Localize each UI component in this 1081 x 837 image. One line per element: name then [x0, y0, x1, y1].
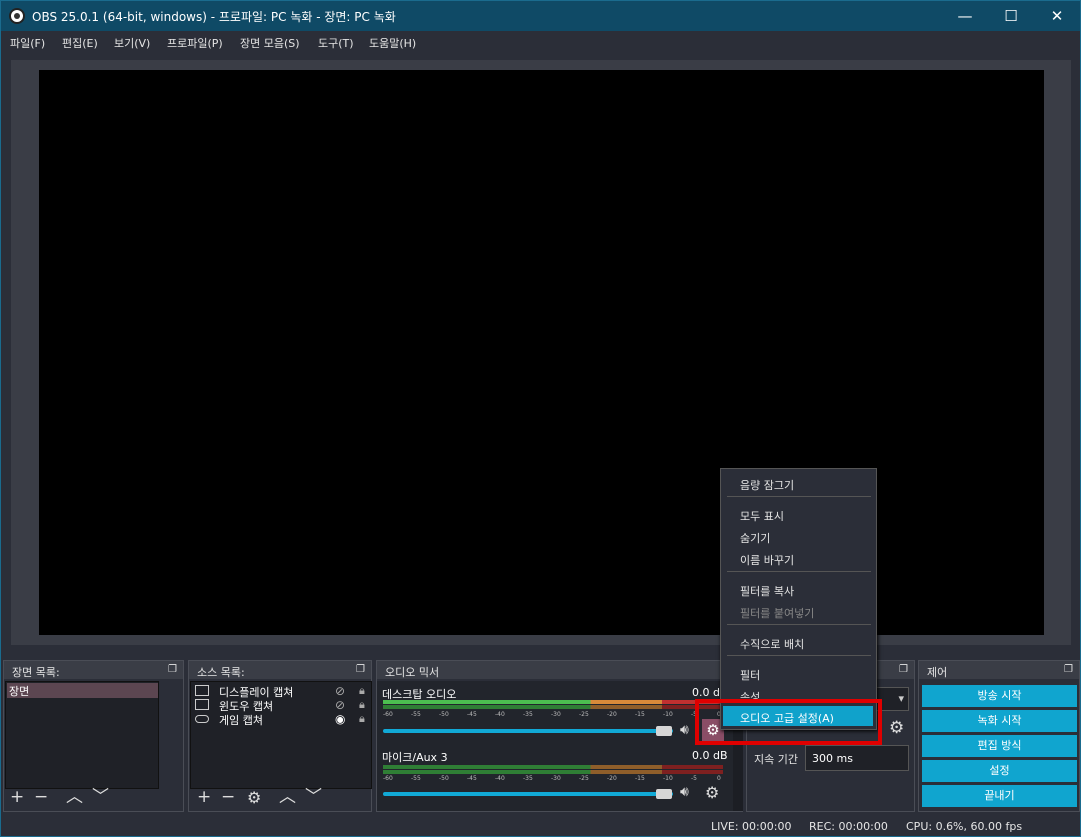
transition-settings-gear-icon[interactable]: ⚙ — [889, 718, 904, 738]
volume-slider-handle[interactable] — [656, 726, 672, 736]
lock-icon[interactable]: 🔒︎ — [359, 684, 365, 698]
source-item[interactable]: 윈도우 캡쳐 ⊘ 🔒︎ — [193, 698, 373, 713]
channel-settings-gear-icon[interactable]: ⚙ — [705, 783, 719, 802]
obs-window: OBS 25.0.1 (64-bit, windows) - 프로파일: PC … — [0, 0, 1081, 837]
menu-separator — [727, 496, 871, 497]
move-up-icon[interactable]: ︿ — [279, 782, 296, 807]
scenes-dock: 장면 목록: ❐ 장면 + − ︿ ﹀ — [3, 660, 184, 812]
meter-scale: -60 -55 -50 -45 -40 -35 -30 -25 -20 -15 -10 -5 0 — [383, 775, 721, 782]
speaker-icon[interactable]: 🔊︎ — [680, 722, 689, 738]
status-cpu: CPU: 0.6%, 60.00 fps — [906, 820, 1023, 833]
minimize-button[interactable]: — — [942, 1, 988, 31]
duration-label: 지속 기간 — [754, 753, 798, 766]
volume-slider[interactable] — [383, 729, 673, 733]
menu-separator — [727, 655, 871, 656]
level-meter — [383, 705, 723, 709]
menu-item-unhide-all[interactable]: 모두 표시 — [740, 508, 784, 524]
source-item[interactable]: 디스플레이 캡쳐 ⊘ 🔒︎ — [193, 684, 373, 699]
menu-bar: 파일(F) 편집(E) 보기(V) 프로파일(P) 장면 모음(S) 도구(T)… — [1, 31, 1080, 53]
float-icon[interactable]: ❐ — [168, 664, 177, 675]
source-label: 게임 캡쳐 — [219, 714, 263, 727]
status-live: LIVE: 00:00:00 — [711, 820, 792, 833]
mixer-context-menu: 음량 잠그기 모두 표시 숨기기 이름 바꾸기 필터를 복사 필터를 붙여넣기 … — [720, 468, 877, 730]
move-up-icon[interactable]: ︿ — [66, 782, 83, 807]
maximize-button[interactable]: ☐ — [988, 1, 1034, 31]
scene-item[interactable]: 장면 — [7, 683, 158, 698]
float-icon[interactable]: ❐ — [1064, 664, 1073, 675]
source-item[interactable]: 게임 캡쳐 ◉ 🔒︎ — [193, 712, 373, 727]
window-icon — [195, 699, 209, 710]
visibility-icon[interactable]: ◉ — [335, 712, 345, 726]
title-bar[interactable]: OBS 25.0.1 (64-bit, windows) - 프로파일: PC … — [1, 1, 1080, 31]
menu-file[interactable]: 파일(F) — [10, 35, 45, 51]
gamepad-icon — [195, 715, 209, 723]
menu-item-lock-volume[interactable]: 음량 잠그기 — [740, 477, 794, 493]
sources-title: 소스 목록: — [197, 666, 245, 679]
level-meter — [383, 765, 723, 769]
level-meter — [383, 770, 723, 774]
start-streaming-button[interactable]: 방송 시작 — [922, 685, 1077, 707]
lock-icon[interactable]: 🔒︎ — [359, 712, 365, 726]
channel-db: 0.0 dB — [692, 749, 728, 762]
duration-value: 300 ms — [812, 752, 853, 765]
level-meter — [383, 700, 723, 704]
preview-area — [11, 60, 1071, 645]
float-icon[interactable]: ❐ — [356, 664, 365, 675]
move-down-icon[interactable]: ﹀ — [305, 782, 322, 807]
settings-button[interactable]: 설정 — [922, 760, 1077, 782]
add-scene-icon[interactable]: + — [10, 787, 24, 807]
menu-edit[interactable]: 편집(E) — [62, 35, 98, 51]
visibility-hidden-icon[interactable]: ⊘ — [335, 698, 345, 712]
meter-scale: -60 -55 -50 -45 -40 -35 -30 -25 -20 -15 -10 -5 0 — [383, 711, 721, 718]
source-properties-gear-icon[interactable]: ⚙ — [247, 788, 261, 807]
menu-scene-collection[interactable]: 장면 모음(S) — [240, 35, 300, 51]
audio-mixer-dock: 오디오 믹서 데스크탑 오디오 0.0 dB -60 -55 -50 -45 -40 -3… — [376, 660, 743, 812]
obs-logo-icon — [9, 8, 25, 24]
menu-tools[interactable]: 도구(T) — [318, 35, 354, 51]
lock-icon[interactable]: 🔒︎ — [359, 698, 365, 712]
move-down-icon[interactable]: ﹀ — [92, 782, 109, 807]
menu-item-rename[interactable]: 이름 바꾸기 — [740, 552, 794, 568]
menu-item-copy-filters[interactable]: 필터를 복사 — [740, 583, 794, 599]
menu-separator — [727, 571, 871, 572]
close-button[interactable]: ✕ — [1034, 1, 1080, 31]
start-recording-button[interactable]: 녹화 시작 — [922, 710, 1077, 732]
menu-item-paste-filters: 필터를 붙여넣기 — [740, 607, 815, 620]
volume-slider-handle[interactable] — [656, 789, 672, 799]
float-icon[interactable]: ❐ — [899, 664, 908, 675]
scenes-list[interactable]: 장면 — [5, 681, 159, 789]
duration-spinbox[interactable]: 300 ms — [805, 745, 909, 771]
mixer-panel: 데스크탑 오디오 0.0 dB -60 -55 -50 -45 -40 -35 -30 -25… — [377, 681, 733, 811]
status-rec: REC: 00:00:00 — [809, 820, 888, 833]
remove-source-icon[interactable]: − — [221, 787, 235, 807]
menu-view[interactable]: 보기(V) — [114, 35, 150, 51]
menu-item-filters[interactable]: 필터 — [740, 667, 760, 683]
monitor-icon — [195, 685, 209, 696]
highlight-annotation-box — [695, 699, 882, 745]
sources-list[interactable]: 디스플레이 캡쳐 ⊘ 🔒︎ 윈도우 캡쳐 ⊘ 🔒︎ 게임 캡쳐 ◉ 🔒︎ — [190, 681, 372, 789]
studio-mode-button[interactable]: 편집 방식 — [922, 735, 1077, 757]
mixer-title: 오디오 믹서 — [385, 666, 440, 679]
menu-item-hide[interactable]: 숨기기 — [740, 530, 770, 546]
window-title: OBS 25.0.1 (64-bit, windows) - 프로파일: PC … — [32, 10, 396, 24]
menu-item-vertical-layout[interactable]: 수직으로 배치 — [740, 636, 804, 652]
controls-title: 제어 — [927, 666, 948, 679]
menu-separator — [727, 624, 871, 625]
add-source-icon[interactable]: + — [197, 787, 211, 807]
menu-profile[interactable]: 프로파일(P) — [167, 35, 223, 51]
sources-dock: 소스 목록: ❐ 디스플레이 캡쳐 ⊘ 🔒︎ 윈도우 캡쳐 ⊘ 🔒︎ 게임 캡쳐 … — [188, 660, 372, 812]
visibility-hidden-icon[interactable]: ⊘ — [335, 684, 345, 698]
speaker-icon[interactable]: 🔊︎ — [680, 784, 689, 800]
remove-scene-icon[interactable]: − — [34, 787, 48, 807]
preview-canvas[interactable] — [39, 70, 1044, 635]
volume-slider[interactable] — [383, 792, 673, 796]
scenes-title: 장면 목록: — [12, 666, 60, 679]
exit-button[interactable]: 끝내기 — [922, 785, 1077, 807]
channel-name: 마이크/Aux 3 — [382, 751, 448, 764]
menu-help[interactable]: 도움말(H) — [369, 35, 416, 51]
